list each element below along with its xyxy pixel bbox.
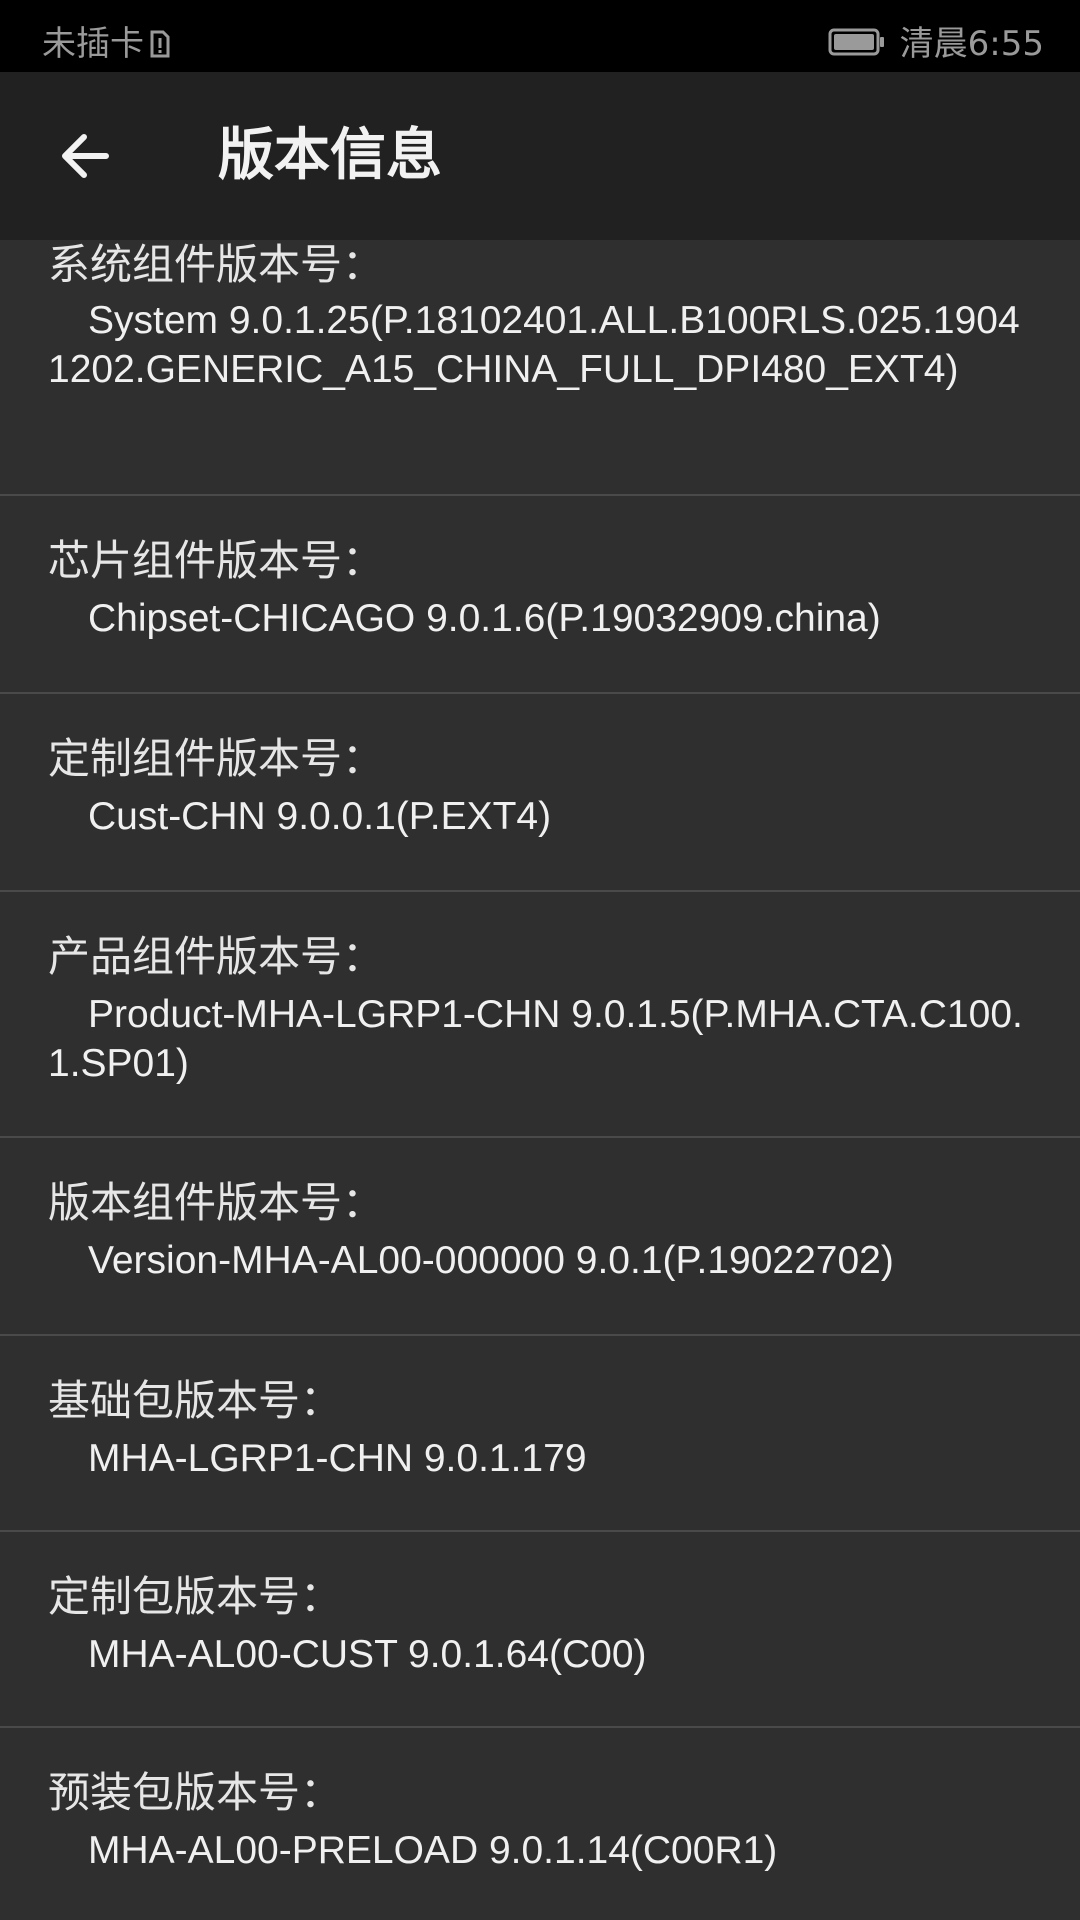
list-item-product: 产品组件版本号： Product-MHA-LGRP1-CHN 9.0.1.5(P… bbox=[0, 892, 1080, 1138]
item-label: 定制组件版本号： bbox=[48, 734, 385, 783]
item-label: 预装包版本号： bbox=[48, 1768, 343, 1817]
item-label: 芯片组件版本号： bbox=[48, 536, 385, 585]
list-item-preload-package: 预装包版本号： MHA-AL00-PRELOAD 9.0.1.14(C00R1) bbox=[0, 1728, 1080, 1920]
item-value: System 9.0.1.25(P.18102401.ALL.B100RLS.0… bbox=[48, 299, 1020, 391]
list-item-cust: 定制组件版本号： Cust-CHN 9.0.0.1(P.EXT4) bbox=[0, 694, 1080, 892]
app-bar: 版本信息 bbox=[0, 72, 1080, 240]
list-item-system: 系统组件版本号： System 9.0.1.25(P.18102401.ALL.… bbox=[0, 240, 1080, 496]
item-value: MHA-AL00-PRELOAD 9.0.1.14(C00R1) bbox=[88, 1829, 778, 1872]
battery-icon bbox=[828, 26, 886, 56]
clock: 清晨6:55 bbox=[899, 24, 1044, 64]
item-label: 基础包版本号： bbox=[48, 1376, 343, 1425]
item-label: 系统组件版本号： bbox=[48, 240, 385, 289]
arrow-left-icon bbox=[62, 134, 109, 178]
version-info-list: 系统组件版本号： System 9.0.1.25(P.18102401.ALL.… bbox=[0, 240, 1080, 1920]
list-item-chipset: 芯片组件版本号： Chipset-CHICAGO 9.0.1.6(P.19032… bbox=[0, 496, 1080, 694]
item-value: MHA-LGRP1-CHN 9.0.1.179 bbox=[88, 1437, 587, 1480]
item-label: 版本组件版本号： bbox=[48, 1178, 385, 1227]
carrier-status: 未插卡 bbox=[42, 16, 170, 65]
page-title: 版本信息 bbox=[218, 123, 442, 188]
carrier-label: 未插卡 bbox=[42, 24, 144, 64]
item-value: Cust-CHN 9.0.0.1(P.EXT4) bbox=[88, 795, 552, 838]
status-right: 清晨6:55 bbox=[828, 16, 1044, 65]
back-button[interactable] bbox=[44, 120, 124, 192]
item-value: Version-MHA-AL00-000000 9.0.1(P.19022702… bbox=[88, 1239, 894, 1282]
list-item-version: 版本组件版本号： Version-MHA-AL00-000000 9.0.1(P… bbox=[0, 1138, 1080, 1336]
item-value: Product-MHA-LGRP1-CHN 9.0.1.5(P.MHA.CTA.… bbox=[48, 993, 1023, 1085]
list-item-cust-package: 定制包版本号： MHA-AL00-CUST 9.0.1.64(C00) bbox=[0, 1532, 1080, 1728]
item-value: Chipset-CHICAGO 9.0.1.6(P.19032909.china… bbox=[88, 597, 881, 640]
sim-missing-icon bbox=[150, 27, 170, 57]
item-label: 定制包版本号： bbox=[48, 1572, 343, 1621]
item-label: 产品组件版本号： bbox=[48, 932, 385, 981]
list-item-base-package: 基础包版本号： MHA-LGRP1-CHN 9.0.1.179 bbox=[0, 1336, 1080, 1532]
status-bar: 未插卡 清晨6:55 bbox=[0, 0, 1080, 72]
item-value: MHA-AL00-CUST 9.0.1.64(C00) bbox=[88, 1633, 647, 1676]
